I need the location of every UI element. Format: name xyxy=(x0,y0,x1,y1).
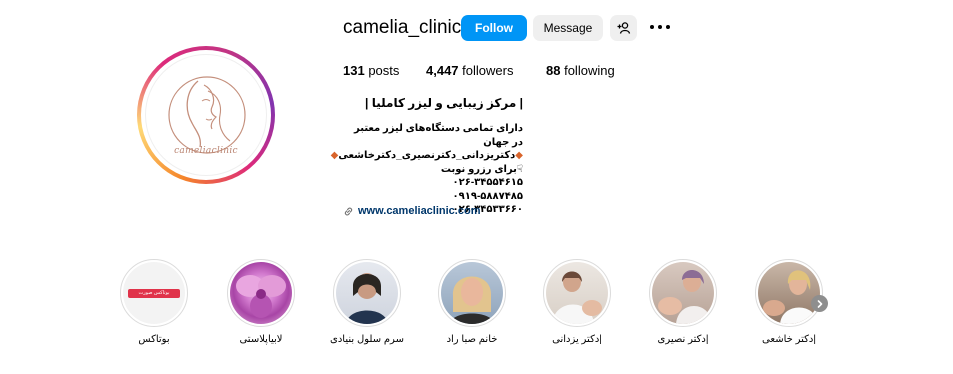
bio-line-devices: دارای تمامی دستگاه‌های لیزر معتبر در جها… xyxy=(354,123,523,148)
bio-line-booking: ☟برای رزرو نوبت xyxy=(343,163,523,177)
website-link[interactable]: www.cameliaclinic.com xyxy=(343,205,480,217)
highlight-cover xyxy=(758,262,820,324)
highlight-saba-rad[interactable]: خانم صبا راد xyxy=(427,259,517,345)
highlights-next-button[interactable] xyxy=(811,295,828,312)
highlight-cover: بوتاکس صورت xyxy=(123,262,185,324)
chevron-right-icon xyxy=(817,299,822,308)
bio-doctors-text: دکتریزدانی_دکترنصیری_دکترخاشعی xyxy=(338,150,516,161)
dot xyxy=(666,25,670,29)
camelia-logo-icon xyxy=(168,76,246,154)
highlight-label: لابیاپلاستی xyxy=(239,334,283,345)
person-plus-icon xyxy=(617,22,630,34)
highlight-ring xyxy=(649,259,717,327)
bio-booking-text: برای رزرو نوبت xyxy=(440,163,517,175)
highlight-label: |دکتر نصیری xyxy=(657,334,709,345)
highlight-cover xyxy=(546,262,608,324)
person-photo xyxy=(449,276,495,324)
highlight-cover xyxy=(230,262,292,324)
highlight-botox[interactable]: بوتاکس صورت بوتاکس xyxy=(109,259,199,345)
highlight-ring xyxy=(438,259,506,327)
highlight-ring xyxy=(755,259,823,327)
highlight-labiaplasty[interactable]: لابیاپلاستی xyxy=(216,259,306,345)
highlight-ring: بوتاکس صورت xyxy=(120,259,188,327)
suggest-user-button[interactable] xyxy=(610,15,637,41)
followers-label: followers xyxy=(462,63,514,78)
bio-phone-1: ۰۲۶-۳۴۵۵۴۶۱۵ xyxy=(452,177,523,188)
following-count: 88 xyxy=(546,63,561,78)
profile-username: camelia_clinic xyxy=(343,17,462,38)
highlight-ring xyxy=(543,259,611,327)
chain-link-icon xyxy=(344,207,353,215)
posts-stat: 131 posts xyxy=(343,63,399,78)
highlight-label: بوتاکس xyxy=(138,334,170,345)
highlight-ring xyxy=(227,259,295,327)
highlight-cover xyxy=(441,262,503,324)
avatar-gap: cameliaclinic xyxy=(141,50,271,180)
diamond-icon: ◆ xyxy=(515,150,523,161)
orchid-image xyxy=(236,275,286,318)
doctor-photo xyxy=(763,270,818,324)
highlight-ring xyxy=(333,259,401,327)
highlight-cover xyxy=(336,262,398,324)
profile-bio: | مرکز زیبایی و لیزر کاملیا | دارای تمام… xyxy=(331,96,523,217)
highlight-label: |دکتر خاشعی xyxy=(762,334,816,345)
follow-button[interactable]: Follow xyxy=(461,15,527,41)
doctor-photo xyxy=(552,271,602,324)
highlight-stem-cell[interactable]: سرم سلول بنیادی xyxy=(322,259,412,345)
doctor-photo xyxy=(658,269,712,324)
profile-avatar[interactable]: cameliaclinic xyxy=(145,54,267,176)
followers-count: 4,447 xyxy=(426,63,459,78)
avatar-logo-text: cameliaclinic xyxy=(174,146,238,156)
highlight-dr-yazdani[interactable]: |دکتر یزدانی xyxy=(532,259,622,345)
posts-label: posts xyxy=(368,63,400,78)
highlight-dr-nasiri[interactable]: |دکتر نصیری xyxy=(638,259,728,345)
following-stat[interactable]: 88 following xyxy=(546,63,615,78)
message-button[interactable]: Message xyxy=(533,15,603,41)
highlight-cover xyxy=(652,262,714,324)
bio-line-doctors: ◆دکتریزدانی_دکترنصیری_دکترخاشعی◆ xyxy=(331,149,523,163)
followers-stat[interactable]: 4,447 followers xyxy=(426,63,513,78)
person-photo xyxy=(346,273,388,324)
more-options-icon[interactable] xyxy=(650,19,670,35)
bio-phone-2: ۰۹۱۹-۵۸۸۷۴۸۵ xyxy=(452,190,523,202)
pointing-hand-icon: ☟ xyxy=(516,163,523,175)
dot xyxy=(658,25,662,29)
posts-count: 131 xyxy=(343,63,365,78)
dot xyxy=(650,25,654,29)
following-label: following xyxy=(564,63,615,78)
profile-avatar-ring[interactable]: cameliaclinic xyxy=(137,46,275,184)
bio-title: | مرکز زیبایی و لیزر کاملیا | xyxy=(365,96,523,110)
highlight-label: |دکتر یزدانی xyxy=(552,334,602,345)
website-text: www.cameliaclinic.com xyxy=(358,205,481,217)
highlight-cover-banner: بوتاکس صورت xyxy=(128,289,180,298)
highlight-label: سرم سلول بنیادی xyxy=(330,334,404,345)
highlight-label: خانم صبا راد xyxy=(446,334,498,345)
